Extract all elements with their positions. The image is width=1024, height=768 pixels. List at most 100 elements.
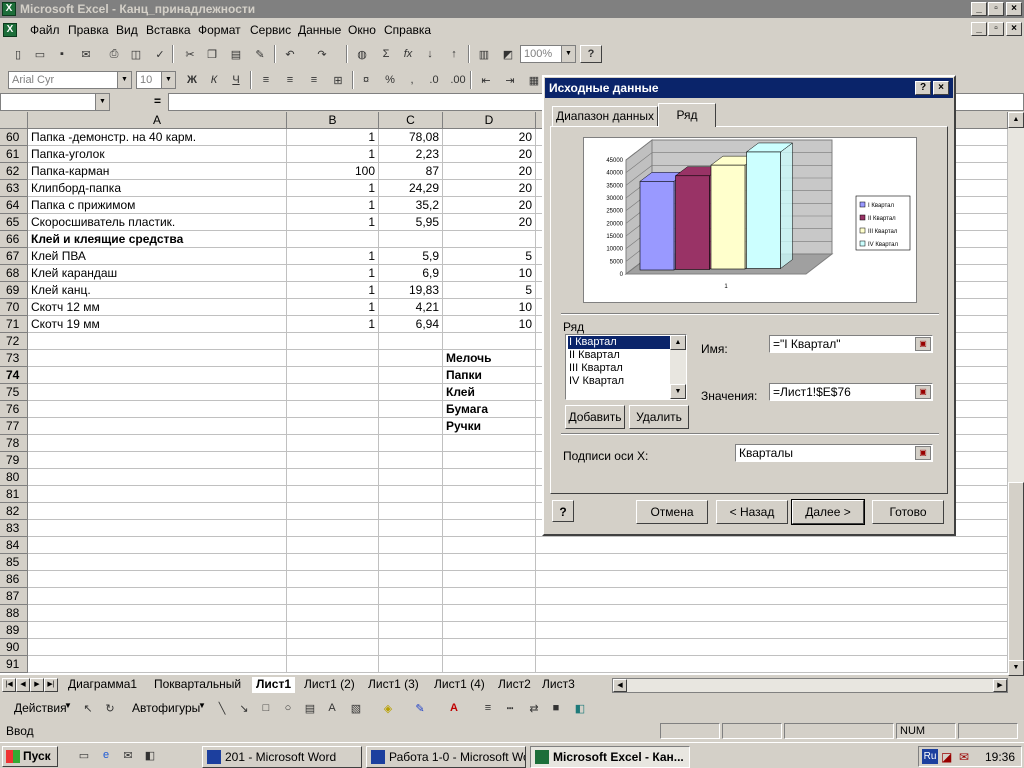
cell-c[interactable] xyxy=(379,384,443,401)
row-header[interactable]: 78 xyxy=(0,435,28,452)
cell-b[interactable] xyxy=(287,469,379,486)
row-header[interactable]: 72 xyxy=(0,333,28,350)
minimize-button[interactable]: _ xyxy=(971,2,987,16)
cell-c[interactable] xyxy=(379,418,443,435)
cell-c[interactable] xyxy=(379,503,443,520)
menu-format[interactable]: Формат xyxy=(198,23,241,37)
delete-series-button[interactable]: Удалить xyxy=(629,405,689,429)
cell-c[interactable] xyxy=(379,554,443,571)
doc-minimize-button[interactable]: _ xyxy=(971,22,987,36)
line-color-icon[interactable]: ✎ xyxy=(410,699,430,717)
sheet-tab[interactable]: Лист1 (3) xyxy=(364,677,423,693)
cell-b[interactable] xyxy=(287,333,379,350)
cell-a[interactable] xyxy=(28,401,287,418)
3d-icon[interactable]: ◧ xyxy=(570,699,590,717)
row-header[interactable]: 70 xyxy=(0,299,28,316)
cell-b[interactable]: 1 xyxy=(287,197,379,214)
underline-button[interactable]: Ч xyxy=(226,71,246,89)
cell-a[interactable] xyxy=(28,656,287,673)
cell-b[interactable]: 1 xyxy=(287,180,379,197)
cell-d[interactable] xyxy=(443,656,536,673)
rectangle-icon[interactable]: □ xyxy=(256,699,276,717)
cell-c[interactable] xyxy=(379,639,443,656)
sheet-tab[interactable]: Лист1 (4) xyxy=(430,677,489,693)
cell-c[interactable] xyxy=(379,367,443,384)
chevron-down-icon[interactable]: ▼ xyxy=(198,701,206,710)
undo-icon[interactable]: ↶ xyxy=(280,45,300,63)
cell-b[interactable]: 1 xyxy=(287,248,379,265)
menu-edit[interactable]: Правка xyxy=(68,23,109,37)
cell-b[interactable]: 1 xyxy=(287,299,379,316)
cell-a[interactable] xyxy=(28,418,287,435)
sort-ascending-icon[interactable]: ↓ xyxy=(420,45,440,63)
cell-a[interactable]: Клей ПВА xyxy=(28,248,287,265)
back-button[interactable]: < Назад xyxy=(716,500,788,524)
format-painter-icon[interactable]: ✎ xyxy=(250,45,270,63)
cell-a[interactable]: Скотч 19 мм xyxy=(28,316,287,333)
collapse-dialog-icon[interactable]: ▣ xyxy=(915,385,931,399)
select-all-corner[interactable] xyxy=(0,112,28,129)
increase-decimal-icon[interactable]: .0 xyxy=(424,71,444,89)
sort-descending-icon[interactable]: ↑ xyxy=(444,45,464,63)
cell-d[interactable]: 10 xyxy=(443,316,536,333)
menu-file[interactable]: Файл xyxy=(30,23,60,37)
cell-d[interactable] xyxy=(443,435,536,452)
new-icon[interactable]: ▯ xyxy=(8,45,28,63)
cell-a[interactable] xyxy=(28,622,287,639)
cell-b[interactable] xyxy=(287,418,379,435)
sheet-tab[interactable]: Лист1 (2) xyxy=(300,677,359,693)
series-list-item[interactable]: II Квартал xyxy=(568,349,670,362)
cell-b[interactable] xyxy=(287,367,379,384)
chart-wizard-icon[interactable]: ▥ xyxy=(474,45,494,63)
cell-c[interactable] xyxy=(379,656,443,673)
actions-menu[interactable]: Действия xyxy=(14,701,67,715)
cell-c[interactable]: 2,23 xyxy=(379,146,443,163)
finish-button[interactable]: Готово xyxy=(872,500,944,524)
cell-c[interactable] xyxy=(379,605,443,622)
cell-b[interactable] xyxy=(287,639,379,656)
values-field[interactable]: =Лист1!$E$76 ▣ xyxy=(769,383,933,401)
listbox-scrollbar[interactable]: ▲ ▼ xyxy=(670,335,686,399)
cell-b[interactable] xyxy=(287,486,379,503)
cell-a[interactable] xyxy=(28,588,287,605)
dialog-close-button[interactable]: × xyxy=(933,81,949,95)
cell-c[interactable]: 5,95 xyxy=(379,214,443,231)
cell-d[interactable] xyxy=(443,622,536,639)
tab-data-range[interactable]: Диапазон данных xyxy=(552,106,658,126)
row-header[interactable]: 68 xyxy=(0,265,28,282)
cell-a[interactable]: Скоросшиватель пластик. xyxy=(28,214,287,231)
cell-d[interactable] xyxy=(443,452,536,469)
cell-empty[interactable] xyxy=(536,656,1008,673)
cell-a[interactable]: Клей канц. xyxy=(28,282,287,299)
cell-d[interactable]: Бумага xyxy=(443,401,536,418)
redo-icon[interactable]: ↷ xyxy=(312,45,332,63)
cell-d[interactable]: 20 xyxy=(443,163,536,180)
document-icon[interactable]: X xyxy=(3,23,17,37)
cell-a[interactable]: Папка-уголок xyxy=(28,146,287,163)
menu-tools[interactable]: Сервис xyxy=(250,23,291,37)
cell-b[interactable] xyxy=(287,503,379,520)
cell-b[interactable] xyxy=(287,554,379,571)
cell-d[interactable]: 20 xyxy=(443,214,536,231)
cell-c[interactable]: 6,9 xyxy=(379,265,443,282)
cell-a[interactable] xyxy=(28,367,287,384)
decrease-decimal-icon[interactable]: .00 xyxy=(448,71,468,89)
cell-a[interactable]: Клипборд-папка xyxy=(28,180,287,197)
clipart-icon[interactable]: ▧ xyxy=(346,699,366,717)
column-header-b[interactable]: B xyxy=(287,112,379,129)
column-header-c[interactable]: C xyxy=(379,112,443,129)
cell-c[interactable]: 24,29 xyxy=(379,180,443,197)
cell-d[interactable]: 20 xyxy=(443,129,536,146)
paste-icon[interactable]: ▤ xyxy=(226,45,246,63)
horizontal-scrollbar[interactable]: ◀ ▶ xyxy=(612,678,1008,693)
cell-c[interactable] xyxy=(379,350,443,367)
row-header[interactable]: 69 xyxy=(0,282,28,299)
print-preview-icon[interactable]: ◫ xyxy=(126,45,146,63)
cell-c[interactable]: 87 xyxy=(379,163,443,180)
cell-d[interactable]: 20 xyxy=(443,197,536,214)
cell-d[interactable] xyxy=(443,554,536,571)
cell-a[interactable]: Скотч 12 мм xyxy=(28,299,287,316)
scroll-down-icon[interactable]: ▼ xyxy=(670,384,686,399)
cell-b[interactable] xyxy=(287,537,379,554)
chevron-down-icon[interactable]: ▼ xyxy=(161,72,175,88)
